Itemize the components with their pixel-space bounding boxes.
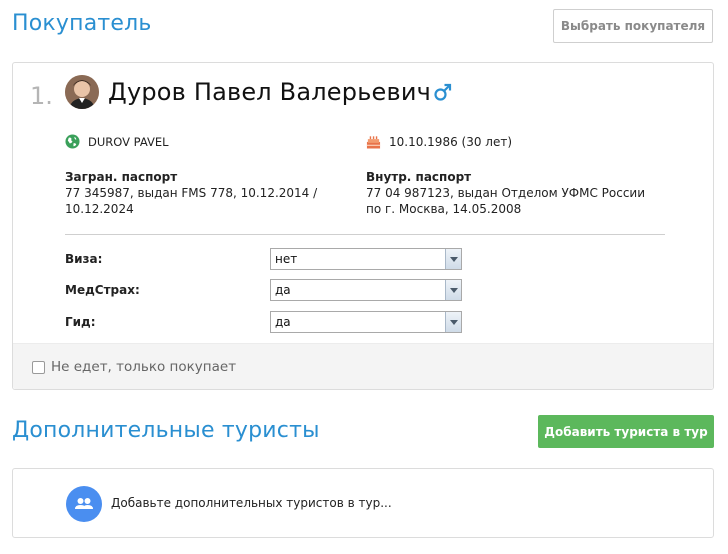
chevron-down-icon[interactable] — [445, 312, 461, 332]
birthday-cake-icon — [366, 136, 381, 149]
group-icon — [66, 486, 102, 522]
not-travelling-checkbox[interactable] — [32, 361, 45, 374]
chevron-down-icon[interactable] — [445, 280, 461, 300]
foreign-passport-line1: 77 345987, выдан FMS 778, 10.12.2014 / — [65, 186, 318, 200]
buyer-full-name: Дуров Павел Валерьевич — [108, 78, 432, 106]
internal-passport-label: Внутр. паспорт — [366, 170, 472, 184]
page: Покупатель Выбрать покупателя 1. Дуров П… — [0, 0, 728, 554]
foreign-passport: Загран. паспорт 77 345987, выдан FMS 778… — [65, 169, 340, 217]
guide-label: Гид: — [65, 315, 96, 329]
visa-value: нет — [275, 252, 298, 266]
globe-icon — [65, 134, 80, 149]
medical-insurance-label: МедСтрах: — [65, 283, 140, 297]
guide-value: да — [275, 315, 291, 329]
guide-select[interactable]: да — [270, 311, 462, 333]
male-icon — [434, 83, 452, 101]
tourist-number: 1. — [30, 82, 53, 110]
internal-passport-line2: по г. Москва, 14.05.2008 — [366, 202, 522, 216]
visa-label: Виза: — [65, 252, 103, 266]
medical-insurance-value: да — [275, 283, 291, 297]
foreign-passport-line2: 10.12.2024 — [65, 202, 134, 216]
buyer-section-title: Покупатель — [12, 11, 152, 36]
avatar[interactable] — [65, 75, 99, 109]
latin-name: DUROV PAVEL — [88, 135, 169, 149]
birth-date: 10.10.1986 (30 лет) — [389, 135, 513, 149]
internal-passport-line1: 77 04 987123, выдан Отделом УФМС России — [366, 186, 646, 200]
divider — [65, 234, 665, 235]
choose-buyer-button[interactable]: Выбрать покупателя — [553, 9, 713, 43]
extra-tourists-card: Добавьте дополнительных туристов в тур..… — [12, 468, 714, 538]
not-travelling-label[interactable]: Не едет, только покупает — [51, 359, 236, 375]
foreign-passport-label: Загран. паспорт — [65, 170, 178, 184]
extra-tourists-title: Дополнительные туристы — [12, 418, 320, 443]
medical-insurance-select[interactable]: да — [270, 279, 462, 301]
visa-select[interactable]: нет — [270, 248, 462, 270]
internal-passport: Внутр. паспорт 77 04 987123, выдан Отдел… — [366, 169, 656, 217]
add-tourist-button[interactable]: Добавить туриста в тур — [538, 415, 714, 448]
extra-tourists-hint: Добавьте дополнительных туристов в тур..… — [111, 496, 392, 510]
chevron-down-icon[interactable] — [445, 249, 461, 269]
buyer-card: 1. Дуров Павел Валерьевич DUROV PAVEL 10… — [12, 62, 714, 390]
